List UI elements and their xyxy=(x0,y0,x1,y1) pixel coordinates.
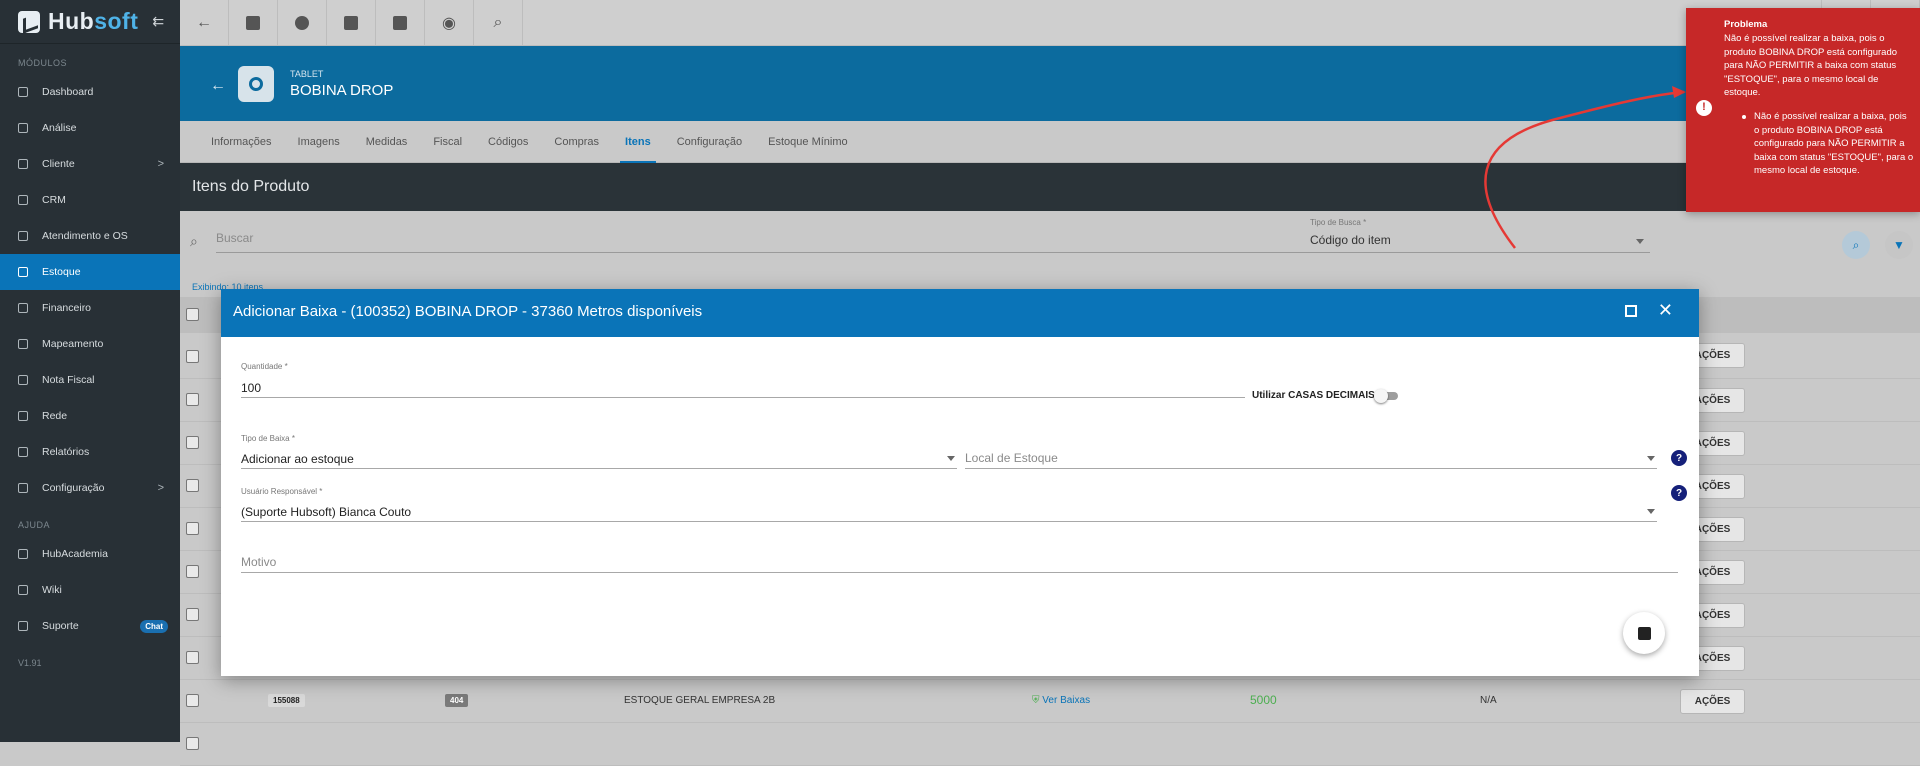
toast-message: Não é possível realizar a baixa, pois o … xyxy=(1724,33,1898,98)
toast-title: Problema xyxy=(1724,19,1768,30)
toast-bullet: Não é possível realizar a baixa, pois o … xyxy=(1742,111,1914,176)
alert-shield-icon: ! xyxy=(1696,100,1712,116)
error-toast: ! Problema Não é possível realizar a bai… xyxy=(1686,8,1920,212)
annotation-arrow xyxy=(1484,86,1686,249)
